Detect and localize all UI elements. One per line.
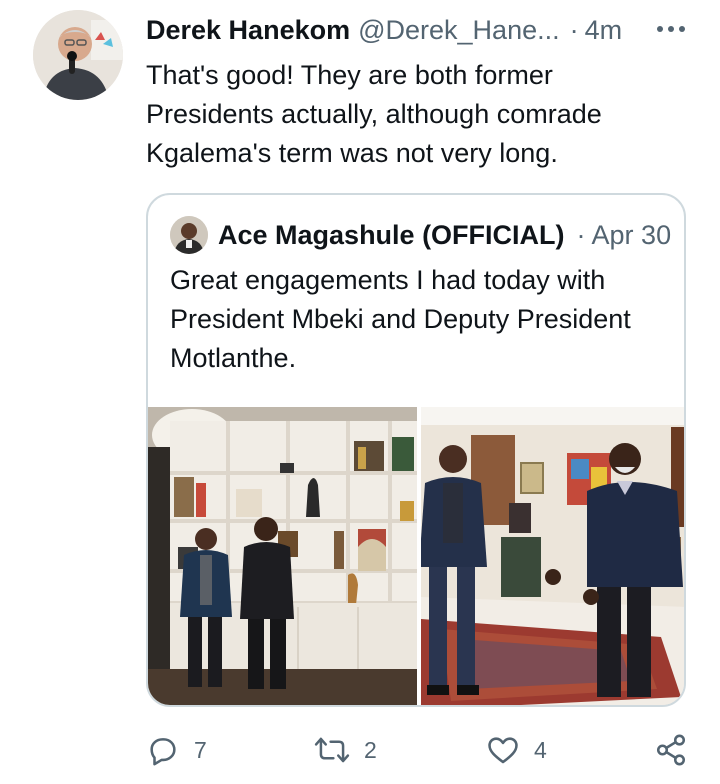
tweet-header: Derek Hanekom @Derek_Hane... · 4m [146, 12, 694, 48]
more-icon[interactable] [656, 22, 686, 36]
retweet-button[interactable]: 2 [314, 730, 377, 770]
tweet-actions: 7 2 4 [146, 730, 694, 770]
reply-button[interactable]: 7 [146, 730, 207, 770]
author-avatar-image [33, 10, 123, 100]
like-button[interactable]: 4 [486, 730, 547, 770]
quoted-author-avatar [170, 216, 208, 254]
reply-icon [150, 738, 176, 766]
quoted-photo-1[interactable] [148, 407, 417, 705]
share-button[interactable] [654, 730, 688, 770]
separator-dot: · [569, 14, 579, 45]
author-avatar[interactable] [33, 10, 123, 100]
tweet-timestamp[interactable]: 4m [585, 15, 623, 46]
tweet-text: That's good! They are both former Presid… [146, 60, 602, 168]
quoted-tweet-text: Great engagements I had today with Presi… [170, 265, 631, 373]
quoted-author-name: Ace Magashule (OFFICIAL) [218, 219, 565, 250]
quoted-photo-2[interactable] [421, 407, 684, 705]
author-handle[interactable]: @Derek_Hane... [358, 15, 560, 46]
quoted-tweet-header: Ace Magashule (OFFICIAL) · Apr 30 [170, 215, 671, 255]
retweet-icon [314, 737, 350, 763]
heart-icon [488, 737, 518, 764]
quoted-tweet-timestamp: Apr 30 [591, 219, 672, 250]
retweet-count: 2 [364, 736, 377, 763]
quoted-tweet-card[interactable]: Ace Magashule (OFFICIAL) · Apr 30 Great … [146, 193, 686, 707]
share-icon [656, 734, 686, 766]
reply-count: 7 [194, 736, 207, 763]
author-name[interactable]: Derek Hanekom [146, 15, 350, 46]
like-count: 4 [534, 736, 547, 763]
quoted-separator-dot: · [576, 219, 586, 250]
